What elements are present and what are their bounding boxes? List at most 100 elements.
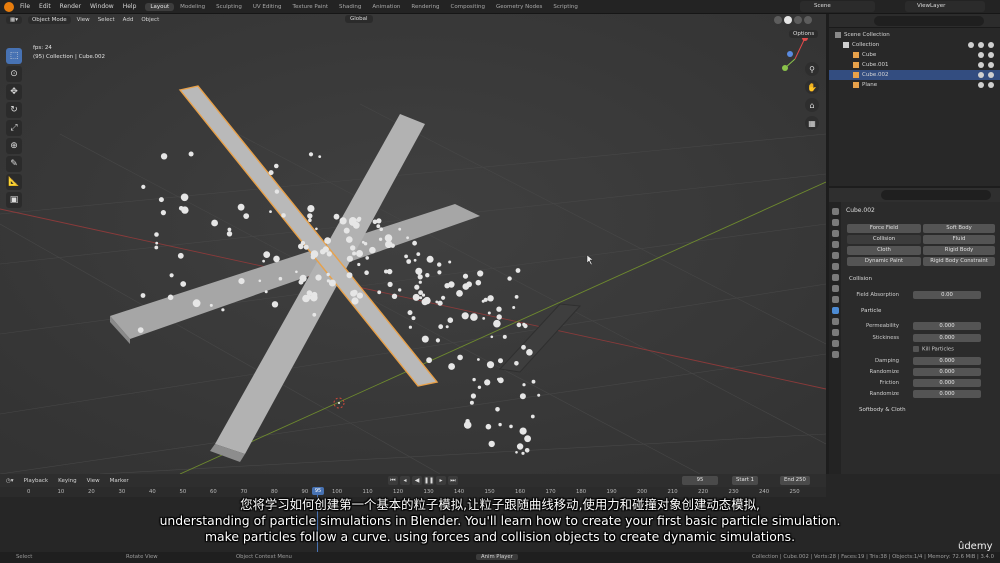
rotate-tool-icon[interactable]: ↻ [6, 102, 22, 118]
dynamic-paint-button[interactable]: Dynamic Paint [847, 257, 921, 266]
3d-viewport[interactable]: ▦▾ Object Mode View Select Add Object Gl… [0, 14, 826, 474]
add-cube-tool-icon[interactable]: ▣ [6, 192, 22, 208]
jump-end-icon[interactable]: ⏭ [448, 476, 458, 485]
force-field-button[interactable]: Force Field [847, 224, 921, 233]
checkbox-icon[interactable] [913, 346, 919, 352]
damping-randomize-input[interactable]: 0.000 [913, 368, 981, 376]
scale-tool-icon[interactable]: ⤢ [6, 120, 22, 136]
damping-input[interactable]: 0.000 [913, 357, 981, 365]
outliner-collection[interactable]: Collection [829, 40, 1000, 50]
physics-tab-icon[interactable] [831, 307, 839, 314]
cloth-button[interactable]: Cloth [847, 246, 921, 255]
transform-tool-icon[interactable]: ⊕ [6, 138, 22, 154]
rigid-body-button[interactable]: Rigid Body [923, 246, 995, 255]
menu-file[interactable]: File [20, 3, 30, 10]
collision-section-header[interactable]: Collision [849, 276, 872, 282]
view-layer-selector[interactable]: ViewLayer [905, 1, 985, 12]
tab-shading[interactable]: Shading [334, 3, 366, 11]
rendered-shading-icon[interactable] [804, 16, 812, 24]
timeline-menu-playback[interactable]: Playback [24, 478, 49, 484]
anim-player-indicator[interactable]: Anim Player [476, 554, 518, 560]
transform-orientation-dropdown[interactable]: Global [345, 15, 373, 23]
texture-tab-icon[interactable] [831, 351, 839, 358]
shading-modes[interactable] [774, 16, 812, 24]
constraints-tab-icon[interactable] [831, 318, 839, 325]
prev-keyframe-icon[interactable]: ◂ [400, 476, 410, 485]
camera-view-icon[interactable]: ⌂ [805, 98, 819, 112]
outliner-search-input[interactable] [874, 16, 984, 26]
visibility-toggles[interactable] [978, 82, 994, 88]
playhead-frame-badge[interactable]: 95 [312, 487, 324, 495]
start-frame-field[interactable]: Start 1 [732, 476, 759, 485]
tab-texture-paint[interactable]: Texture Paint [288, 3, 334, 11]
kill-particles-checkbox[interactable]: Kill Particles [913, 346, 954, 353]
rigid-body-constraint-button[interactable]: Rigid Body Constraint [923, 257, 995, 266]
permeability-input[interactable]: 0.000 [913, 322, 981, 330]
outliner-item-cube-001[interactable]: Cube.001 [829, 60, 1000, 70]
end-frame-field[interactable]: End 250 [780, 476, 810, 485]
tool-tab-icon[interactable] [831, 208, 839, 215]
outliner-item-cube[interactable]: Cube [829, 50, 1000, 60]
scene-tab-icon[interactable] [831, 252, 839, 259]
world-tab-icon[interactable] [831, 263, 839, 270]
timeline-menu-marker[interactable]: Marker [110, 478, 129, 484]
current-frame-field[interactable]: 95 [682, 476, 718, 485]
field-absorption-input[interactable]: 0.00 [913, 291, 981, 299]
tab-sculpting[interactable]: Sculpting [211, 3, 247, 11]
outliner-item-cube-002[interactable]: Cube.002 [829, 70, 1000, 80]
pan-hand-icon[interactable]: ✋ [805, 80, 819, 94]
output-tab-icon[interactable] [831, 230, 839, 237]
viewport-menu-object[interactable]: Object [141, 17, 159, 23]
view-layer-tab-icon[interactable] [831, 241, 839, 248]
annotate-tool-icon[interactable]: ✎ [6, 156, 22, 172]
menu-window[interactable]: Window [90, 3, 114, 10]
object-tab-icon[interactable] [831, 274, 839, 281]
render-tab-icon[interactable] [831, 219, 839, 226]
tab-uv-editing[interactable]: UV Editing [248, 3, 287, 11]
visibility-toggles[interactable] [968, 42, 994, 48]
material-tab-icon[interactable] [831, 340, 839, 347]
timeline-menu-keying[interactable]: Keying [58, 478, 76, 484]
data-tab-icon[interactable] [831, 329, 839, 336]
visibility-toggles[interactable] [978, 72, 994, 78]
outliner-scene-collection[interactable]: Scene Collection [829, 30, 1000, 40]
tab-compositing[interactable]: Compositing [446, 3, 490, 11]
tab-scripting[interactable]: Scripting [548, 3, 582, 11]
collision-button[interactable]: Collision [847, 235, 921, 244]
wireframe-shading-icon[interactable] [774, 16, 782, 24]
zoom-icon[interactable]: ⚲ [805, 62, 819, 76]
scene-selector[interactable]: Scene [800, 1, 875, 12]
pause-icon[interactable]: ❚❚ [424, 476, 434, 485]
viewport-menu-select[interactable]: Select [98, 17, 115, 23]
move-tool-icon[interactable]: ✥ [6, 84, 22, 100]
friction-randomize-input[interactable]: 0.000 [913, 390, 981, 398]
next-keyframe-icon[interactable]: ▸ [436, 476, 446, 485]
material-shading-icon[interactable] [794, 16, 802, 24]
viewport-menu-view[interactable]: View [77, 17, 90, 23]
solid-shading-icon[interactable] [784, 16, 792, 24]
frame-ruler[interactable]: 0 10 20 30 40 50 60 70 80 90 100 110 120 130 140 150 160… [0, 487, 826, 497]
scene-canvas[interactable] [0, 14, 826, 474]
blender-logo-icon[interactable] [4, 1, 14, 12]
friction-input[interactable]: 0.000 [913, 379, 981, 387]
jump-start-icon[interactable]: ⏮ [388, 476, 398, 485]
fluid-button[interactable]: Fluid [923, 235, 995, 244]
soft-body-button[interactable]: Soft Body [923, 224, 995, 233]
select-box-tool-icon[interactable]: ⬚ [6, 48, 22, 64]
timeline-menu-view[interactable]: View [87, 478, 100, 484]
softbody-cloth-section-header[interactable]: Softbody & Cloth [859, 407, 906, 413]
tab-geometry-nodes[interactable]: Geometry Nodes [491, 3, 547, 11]
modifier-tab-icon[interactable] [831, 285, 839, 292]
perspective-toggle-icon[interactable]: ▦ [805, 116, 819, 130]
viewport-menu-add[interactable]: Add [123, 17, 134, 23]
outliner-item-plane[interactable]: Plane [829, 80, 1000, 90]
measure-tool-icon[interactable]: 📐 [6, 174, 22, 190]
mode-dropdown[interactable]: Object Mode [27, 16, 71, 24]
particle-section-header[interactable]: Particle [861, 308, 881, 314]
menu-help[interactable]: Help [123, 3, 137, 10]
options-button[interactable]: Options [789, 30, 819, 38]
menu-render[interactable]: Render [60, 3, 81, 10]
tab-modeling[interactable]: Modeling [175, 3, 210, 11]
tab-layout[interactable]: Layout [145, 2, 175, 11]
play-reverse-icon[interactable]: ◀ [412, 476, 422, 485]
